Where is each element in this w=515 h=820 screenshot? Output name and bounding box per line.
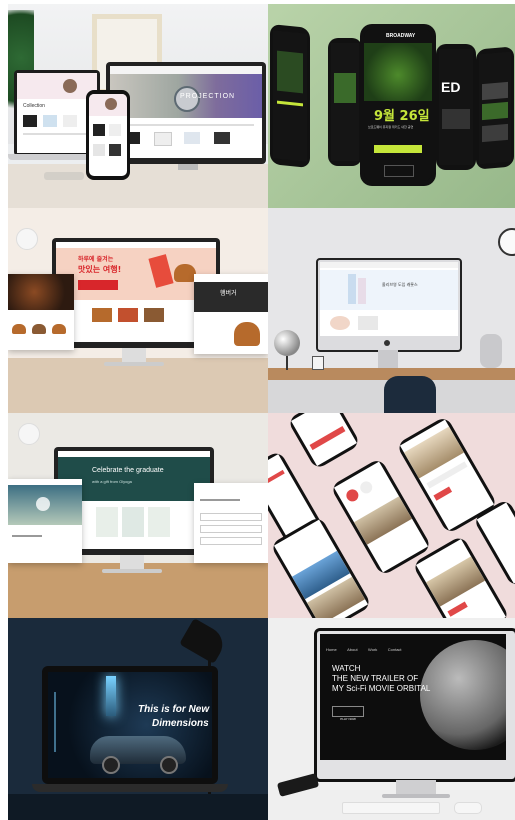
desk-lamp <box>179 618 229 664</box>
keyboard <box>342 802 440 814</box>
wall-clock <box>498 228 515 256</box>
lamp <box>16 228 38 250</box>
subline: with a gift from Olyoga <box>92 479 132 484</box>
chair <box>384 376 436 413</box>
hero-line-2: 맛있는 여행! <box>78 265 122 274</box>
panel-realestate-phones <box>268 413 515 618</box>
panel-graduate-site: Celebrate the graduate with a gift from … <box>8 413 268 618</box>
speaker <box>480 334 502 368</box>
nav-work[interactable]: Work <box>368 647 377 652</box>
overlay-card-left <box>8 479 82 563</box>
hero-line-1: 하루에 즐겨는 <box>78 256 114 263</box>
get-tickets-button[interactable]: GET TICKETS <box>374 145 422 159</box>
button-label: GET TICKETS <box>384 154 412 159</box>
hero-image <box>364 43 432 101</box>
nav-home[interactable]: Home <box>326 647 337 652</box>
hero-banner <box>320 270 458 310</box>
panel-scifi-imac: Home About Work Contact WATCH THE NEW TR… <box>268 618 515 820</box>
play-now-button[interactable]: PLAY NOW <box>332 706 364 721</box>
event-subtitle: 브로드웨이 뮤지컬 위키드 내한 공연 <box>368 125 414 129</box>
phone-center: BROADWAY 9월 26일 브로드웨이 뮤지컬 위키드 내한 공연 GET … <box>360 24 436 186</box>
headline-line-1: This is for New <box>138 704 210 715</box>
headline-line-1: WATCH <box>332 664 361 673</box>
apple-logo-icon <box>384 340 390 346</box>
headline: 올리브영 도입 캐롯스 <box>382 282 418 287</box>
burger-icon <box>174 264 196 282</box>
phone-left <box>270 23 310 169</box>
phone-left-2 <box>328 38 362 166</box>
mini-title: Collection <box>23 103 45 109</box>
overlay-card-right: 햄버거 <box>194 274 268 354</box>
nav-about[interactable]: About <box>347 647 357 652</box>
phone <box>86 90 130 180</box>
brand-label: BROADWAY <box>386 33 416 39</box>
side-title: 햄버거 <box>220 290 237 297</box>
panel-cosmetics-imac: 올리브영 도입 캐롯스 <box>268 208 515 413</box>
mug <box>312 356 324 370</box>
imac: 올리브영 도입 캐롯스 <box>316 258 462 352</box>
phone-1 <box>286 413 362 471</box>
side-text: ED <box>441 79 461 95</box>
mockup-gallery: PROJECTION Collection BROADWAY 9월 26일 브로… <box>8 4 515 820</box>
desk <box>8 164 268 208</box>
panel-musical-phones: BROADWAY 9월 26일 브로드웨이 뮤지컬 위키드 내한 공연 GET … <box>268 4 515 208</box>
phone-right: ED <box>436 44 476 170</box>
mouse <box>454 802 482 814</box>
overlay-card-left <box>8 274 74 350</box>
desktop-monitor: PROJECTION <box>106 62 266 164</box>
headline-line-2: Dimensions <box>152 718 209 729</box>
panel-fashion-store: PROJECTION Collection <box>8 4 268 208</box>
phone-right-2 <box>476 46 514 170</box>
panel-car-laptop: This is for New Dimensions <box>8 618 268 820</box>
imac: Home About Work Contact WATCH THE NEW TR… <box>314 628 515 782</box>
overlay-card-right <box>194 483 268 563</box>
headline-line-2: THE NEW TRAILER OF <box>332 674 419 683</box>
lamp-globe <box>274 330 300 356</box>
headline: Celebrate the graduate <box>92 467 164 474</box>
lamp <box>18 423 40 445</box>
nav-bar: Home About Work Contact <box>326 638 446 652</box>
event-date: 9월 26일 <box>374 109 430 124</box>
laptop: This is for New Dimensions <box>42 666 218 784</box>
headline-line-3: MY Sci-Fi MOVIE ORBITAL <box>332 684 431 693</box>
play-icon[interactable] <box>36 497 50 511</box>
panel-burger-site: 하루에 즐겨는 맛있는 여행! 햄버거 <box>8 208 268 413</box>
moon-image <box>420 640 506 750</box>
hero-text: PROJECTION <box>180 93 236 100</box>
button-label: PLAY NOW <box>340 717 356 721</box>
nav-contact[interactable]: Contact <box>388 647 402 652</box>
phone-on-desk <box>276 773 320 797</box>
